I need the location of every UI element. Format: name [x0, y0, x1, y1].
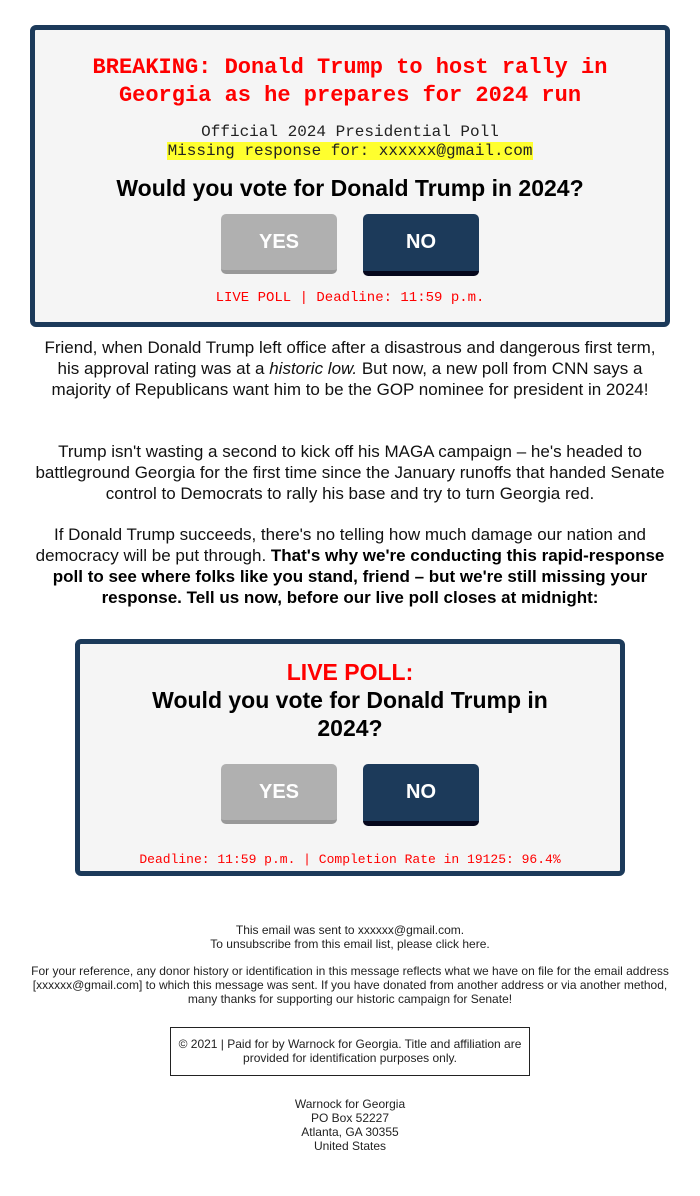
unsubscribe-line: To unsubscribe from this email list, ple…: [20, 937, 680, 951]
no-button[interactable]: NO: [363, 214, 479, 276]
body-paragraph-3: If Donald Trump succeeds, there's no tel…: [32, 524, 668, 608]
unsubscribe-prefix: To unsubscribe from this email list, ple…: [210, 937, 436, 951]
paid-for-disclaimer: © 2021 | Paid for by Warnock for Georgia…: [170, 1027, 530, 1076]
unsubscribe-link[interactable]: click here: [436, 937, 487, 951]
para1-emphasis: historic low.: [269, 359, 358, 378]
poll-deadline: LIVE POLL | Deadline: 11:59 p.m.: [215, 290, 485, 306]
address-org: Warnock for Georgia: [294, 1097, 406, 1111]
completion-rate-footer: Deadline: 11:59 p.m. | Completion Rate i…: [139, 852, 561, 867]
breaking-headline: BREAKING: Donald Trump to host rally in …: [92, 55, 608, 108]
address-po-box: PO Box 52227: [310, 1111, 390, 1125]
live-poll-label: LIVE POLL:: [286, 659, 414, 685]
poll-question-bottom: Would you vote for Donald Trump in 2024?: [152, 687, 548, 741]
yes-button-bottom[interactable]: YES: [221, 764, 337, 824]
missing-response-notice: Missing response for: xxxxxx@gmail.com: [166, 142, 534, 160]
poll-question: Would you vote for Donald Trump in 2024?: [116, 175, 584, 201]
no-button-bottom[interactable]: NO: [363, 764, 479, 826]
poll-subtitle: Official 2024 Presidential Poll: [201, 123, 499, 141]
sent-to-text: This email was sent to xxxxxx@gmail.com.: [235, 923, 465, 937]
vote-buttons-bottom: YES NO: [80, 764, 620, 826]
mailing-address: Warnock for Georgia PO Box 52227 Atlanta…: [20, 1097, 680, 1153]
address-city: Atlanta, GA 30355: [301, 1125, 399, 1139]
body-paragraph-1: Friend, when Donald Trump left office af…: [32, 337, 668, 400]
footer-sent-info: This email was sent to xxxxxx@gmail.com.…: [20, 923, 680, 951]
donor-reference-text: For your reference, any donor history or…: [31, 964, 669, 1006]
body-paragraph-2: Trump isn't wasting a second to kick off…: [35, 442, 665, 503]
address-country: United States: [313, 1139, 387, 1153]
bottom-poll-panel: LIVE POLL: Would you vote for Donald Tru…: [75, 639, 625, 876]
yes-button[interactable]: YES: [221, 214, 337, 274]
vote-buttons: YES NO: [35, 214, 665, 276]
top-poll-panel: BREAKING: Donald Trump to host rally in …: [30, 25, 670, 327]
unsubscribe-suffix: .: [486, 937, 490, 951]
